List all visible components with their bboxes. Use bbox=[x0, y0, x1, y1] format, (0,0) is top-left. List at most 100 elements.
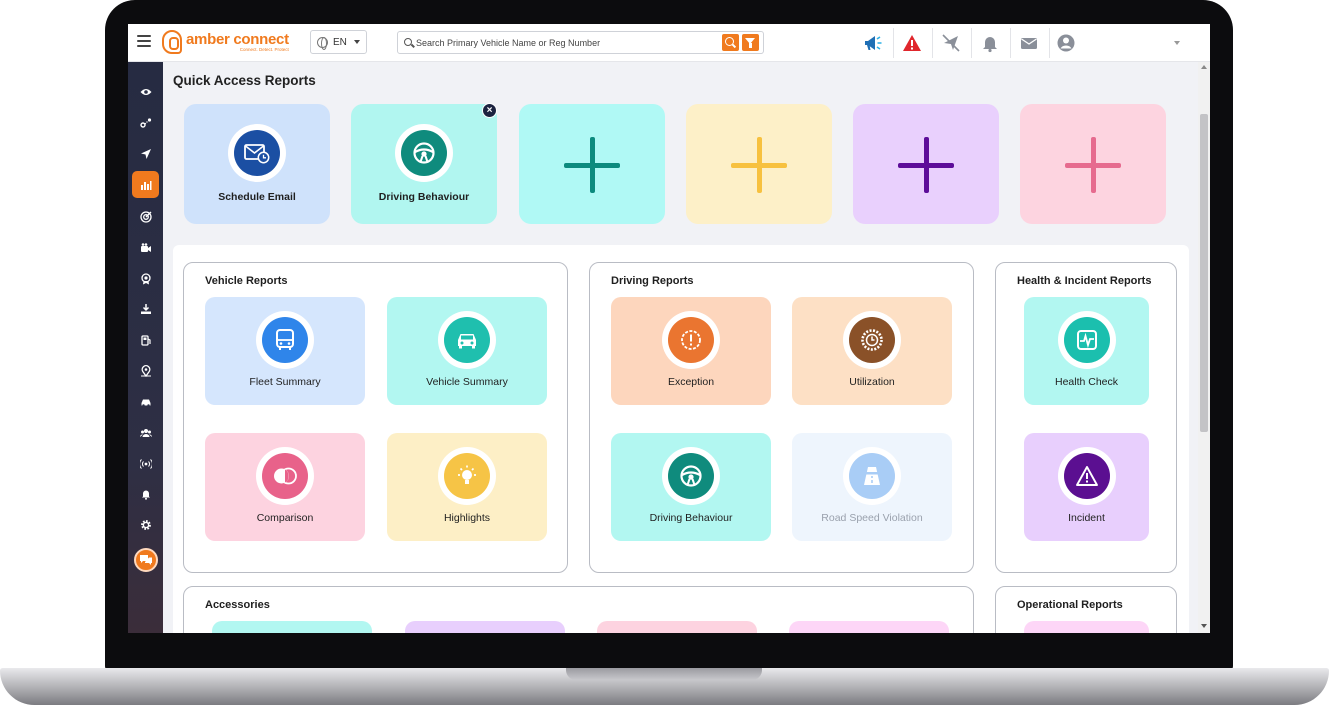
sidebar-item-live-view[interactable] bbox=[132, 78, 159, 105]
group-title: Accessories bbox=[205, 599, 270, 611]
report-card-accessory[interactable] bbox=[597, 621, 757, 633]
alert-icon[interactable] bbox=[902, 33, 922, 53]
group-title: Vehicle Reports bbox=[205, 275, 288, 287]
eye-icon bbox=[140, 88, 151, 95]
main-content: Quick Access Reports Schedule Email Driv… bbox=[163, 62, 1210, 633]
sidebar-item-vehicles[interactable] bbox=[132, 388, 159, 415]
scroll-down-icon[interactable] bbox=[1201, 624, 1207, 628]
report-card-utilization[interactable]: Utilization bbox=[792, 297, 952, 405]
group-title: Operational Reports bbox=[1017, 599, 1123, 611]
announcement-icon[interactable] bbox=[863, 33, 883, 53]
sidebar-item-geofence[interactable] bbox=[132, 203, 159, 230]
report-card-highlights[interactable]: Highlights bbox=[387, 433, 547, 541]
sidebar-item-fuel[interactable] bbox=[132, 326, 159, 353]
chat-icon bbox=[140, 555, 152, 565]
report-card-accessory[interactable] bbox=[212, 621, 372, 633]
filter-button[interactable] bbox=[742, 34, 759, 51]
road-icon bbox=[843, 447, 901, 505]
quick-access-title: Quick Access Reports bbox=[173, 73, 316, 88]
driving-reports-group: Driving Reports Exception Utilization Dr… bbox=[589, 262, 974, 573]
plus-icon bbox=[731, 137, 787, 193]
report-card-incident[interactable]: Incident bbox=[1024, 433, 1149, 541]
quick-card-driving-behaviour[interactable]: Driving Behaviour bbox=[351, 104, 497, 224]
quick-card-add-empty[interactable] bbox=[1020, 104, 1166, 224]
language-select[interactable]: EN bbox=[310, 30, 367, 54]
top-bar: amber connect Connect. Detect. Protect E… bbox=[128, 24, 1210, 62]
sidebar-item-notifications[interactable] bbox=[132, 480, 159, 507]
bus-icon bbox=[256, 311, 314, 369]
report-card-label: Highlights bbox=[443, 512, 491, 524]
utilization-icon bbox=[843, 311, 901, 369]
report-card-accessory[interactable] bbox=[405, 621, 565, 633]
report-card-fleet-summary[interactable]: Fleet Summary bbox=[205, 297, 365, 405]
toolbar-divider bbox=[971, 28, 972, 58]
search-button[interactable] bbox=[722, 34, 739, 51]
brand-tagline: Connect. Detect. Protect bbox=[239, 46, 289, 52]
report-card-operational[interactable] bbox=[1024, 621, 1149, 633]
fuel-icon bbox=[140, 334, 151, 346]
sidebar-item-locations[interactable] bbox=[132, 357, 159, 384]
report-card-exception[interactable]: Exception bbox=[611, 297, 771, 405]
search-icon bbox=[404, 38, 412, 46]
location-pin-icon bbox=[140, 364, 151, 377]
report-card-health-check[interactable]: Health Check bbox=[1024, 297, 1149, 405]
health-monitor-icon bbox=[1058, 311, 1116, 369]
brand-logo[interactable]: amber connect Connect. Detect. Protect bbox=[162, 29, 289, 55]
gear-icon bbox=[140, 519, 151, 530]
sidebar-item-devices[interactable] bbox=[132, 450, 159, 477]
sidebar-item-drivers[interactable] bbox=[132, 419, 159, 446]
mail-icon[interactable] bbox=[1019, 33, 1039, 53]
report-card-comparison[interactable]: Comparison bbox=[205, 433, 365, 541]
user-avatar-icon[interactable] bbox=[1056, 33, 1076, 53]
app-screen: amber connect Connect. Detect. Protect E… bbox=[128, 24, 1210, 633]
car-icon bbox=[141, 399, 150, 407]
exception-icon bbox=[662, 311, 720, 369]
quick-card-schedule-email[interactable]: Schedule Email bbox=[184, 104, 330, 224]
language-value: EN bbox=[333, 36, 347, 48]
vehicle-search bbox=[397, 31, 764, 54]
quick-card-add-empty[interactable] bbox=[519, 104, 665, 224]
sidebar-item-video[interactable] bbox=[132, 234, 159, 261]
quick-card-label: Schedule Email bbox=[218, 191, 296, 203]
remove-quick-card-close-icon[interactable]: × bbox=[482, 103, 497, 118]
search-input[interactable] bbox=[416, 34, 716, 51]
group-title: Driving Reports bbox=[611, 275, 694, 287]
sidebar-item-navigation[interactable] bbox=[132, 140, 159, 167]
route-icon bbox=[139, 117, 151, 128]
car-front-icon bbox=[438, 311, 496, 369]
report-card-label: Exception bbox=[667, 376, 715, 388]
toolbar-divider bbox=[1049, 28, 1050, 58]
schedule-email-icon bbox=[228, 124, 286, 182]
sidebar-item-rewards[interactable] bbox=[132, 265, 159, 292]
sidebar-item-downloads[interactable] bbox=[132, 295, 159, 322]
scrollbar-thumb[interactable] bbox=[1200, 114, 1208, 432]
report-card-vehicle-summary[interactable]: Vehicle Summary bbox=[387, 297, 547, 405]
scroll-up-icon[interactable] bbox=[1201, 65, 1207, 69]
vehicle-reports-group: Vehicle Reports Fleet Summary Vehicle Su… bbox=[183, 262, 568, 573]
plus-icon bbox=[1065, 137, 1121, 193]
report-card-label: Vehicle Summary bbox=[426, 376, 508, 388]
user-menu-chevron-icon[interactable] bbox=[1174, 41, 1180, 45]
report-card-driving-behaviour[interactable]: Driving Behaviour bbox=[611, 433, 771, 541]
report-card-accessory[interactable] bbox=[789, 621, 949, 633]
report-card-label: Incident bbox=[1068, 512, 1105, 524]
logo-mark-icon bbox=[162, 30, 182, 54]
globe-icon bbox=[317, 36, 328, 50]
sidebar-item-routes[interactable] bbox=[132, 109, 159, 136]
quick-card-add-empty[interactable] bbox=[853, 104, 999, 224]
chat-support-button[interactable] bbox=[134, 548, 158, 572]
main-scrollbar[interactable] bbox=[1198, 62, 1210, 633]
hamburger-menu-icon[interactable] bbox=[137, 35, 151, 47]
accessories-group: Accessories bbox=[183, 586, 974, 633]
send-off-icon[interactable] bbox=[941, 33, 961, 53]
brand-name: amber connect bbox=[186, 30, 289, 48]
toolbar-divider bbox=[1010, 28, 1011, 58]
sidebar-item-reports[interactable] bbox=[132, 171, 159, 198]
sidebar-item-settings[interactable] bbox=[132, 511, 159, 538]
bell-icon bbox=[141, 490, 150, 500]
sidebar bbox=[128, 62, 163, 633]
bell-off-icon[interactable] bbox=[980, 33, 1000, 53]
health-incident-reports-group: Health & Incident Reports Health Check I… bbox=[995, 262, 1177, 573]
quick-card-add-empty[interactable] bbox=[686, 104, 832, 224]
steering-wheel-icon bbox=[662, 447, 720, 505]
